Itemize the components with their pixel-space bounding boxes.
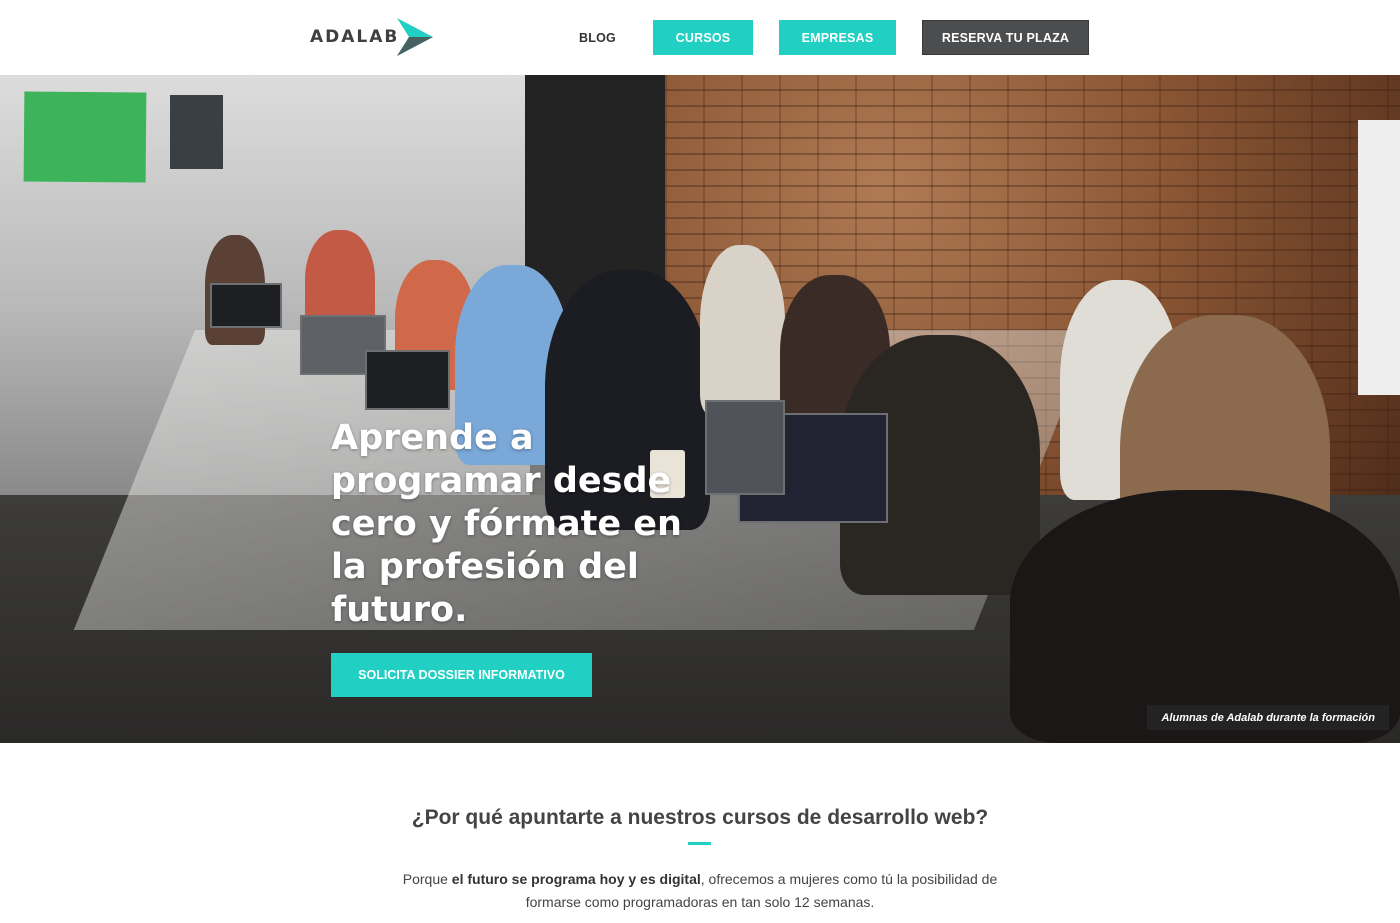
photo-student: [700, 245, 785, 415]
photo-green-poster: [23, 91, 147, 183]
nav-empresas-button[interactable]: EMPRESAS: [779, 20, 896, 55]
nav-blog-link[interactable]: BLOG: [560, 20, 635, 55]
hero-headline: Aprende a programar desde cero y fórmate…: [331, 418, 682, 630]
nav-cursos-button[interactable]: CURSOS: [653, 20, 753, 55]
photo-caption: Alumnas de Adalab durante la formación: [1147, 705, 1389, 730]
adalab-logo[interactable]: ADALAB: [310, 17, 435, 57]
photo-dark-poster: [170, 95, 223, 169]
title-divider: [688, 842, 711, 845]
photo-laptop: [210, 283, 282, 328]
logo-arrow-icon: [397, 18, 434, 56]
intro-paragraph: Porque el futuro se programa hoy y es di…: [380, 868, 1020, 914]
intro-text-start: Porque: [402, 871, 452, 887]
photo-whiteboard: [1358, 120, 1400, 395]
photo-laptop: [705, 400, 785, 495]
photo-laptop: [365, 350, 450, 410]
logo-text: ADALAB: [310, 27, 400, 47]
intro-text-bold: el futuro se programa hoy y es digital: [451, 871, 701, 887]
site-header: ADALAB BLOG CURSOS EMPRESAS RESERVA TU P…: [0, 0, 1400, 75]
reserva-plaza-button[interactable]: RESERVA TU PLAZA: [922, 20, 1089, 55]
section-title: ¿Por qué apuntarte a nuestros cursos de …: [411, 806, 989, 829]
hero-section: Aprende a programar desde cero y fórmate…: [0, 75, 1400, 743]
solicita-dossier-button[interactable]: SOLICITA DOSSIER INFORMATIVO: [331, 653, 592, 697]
